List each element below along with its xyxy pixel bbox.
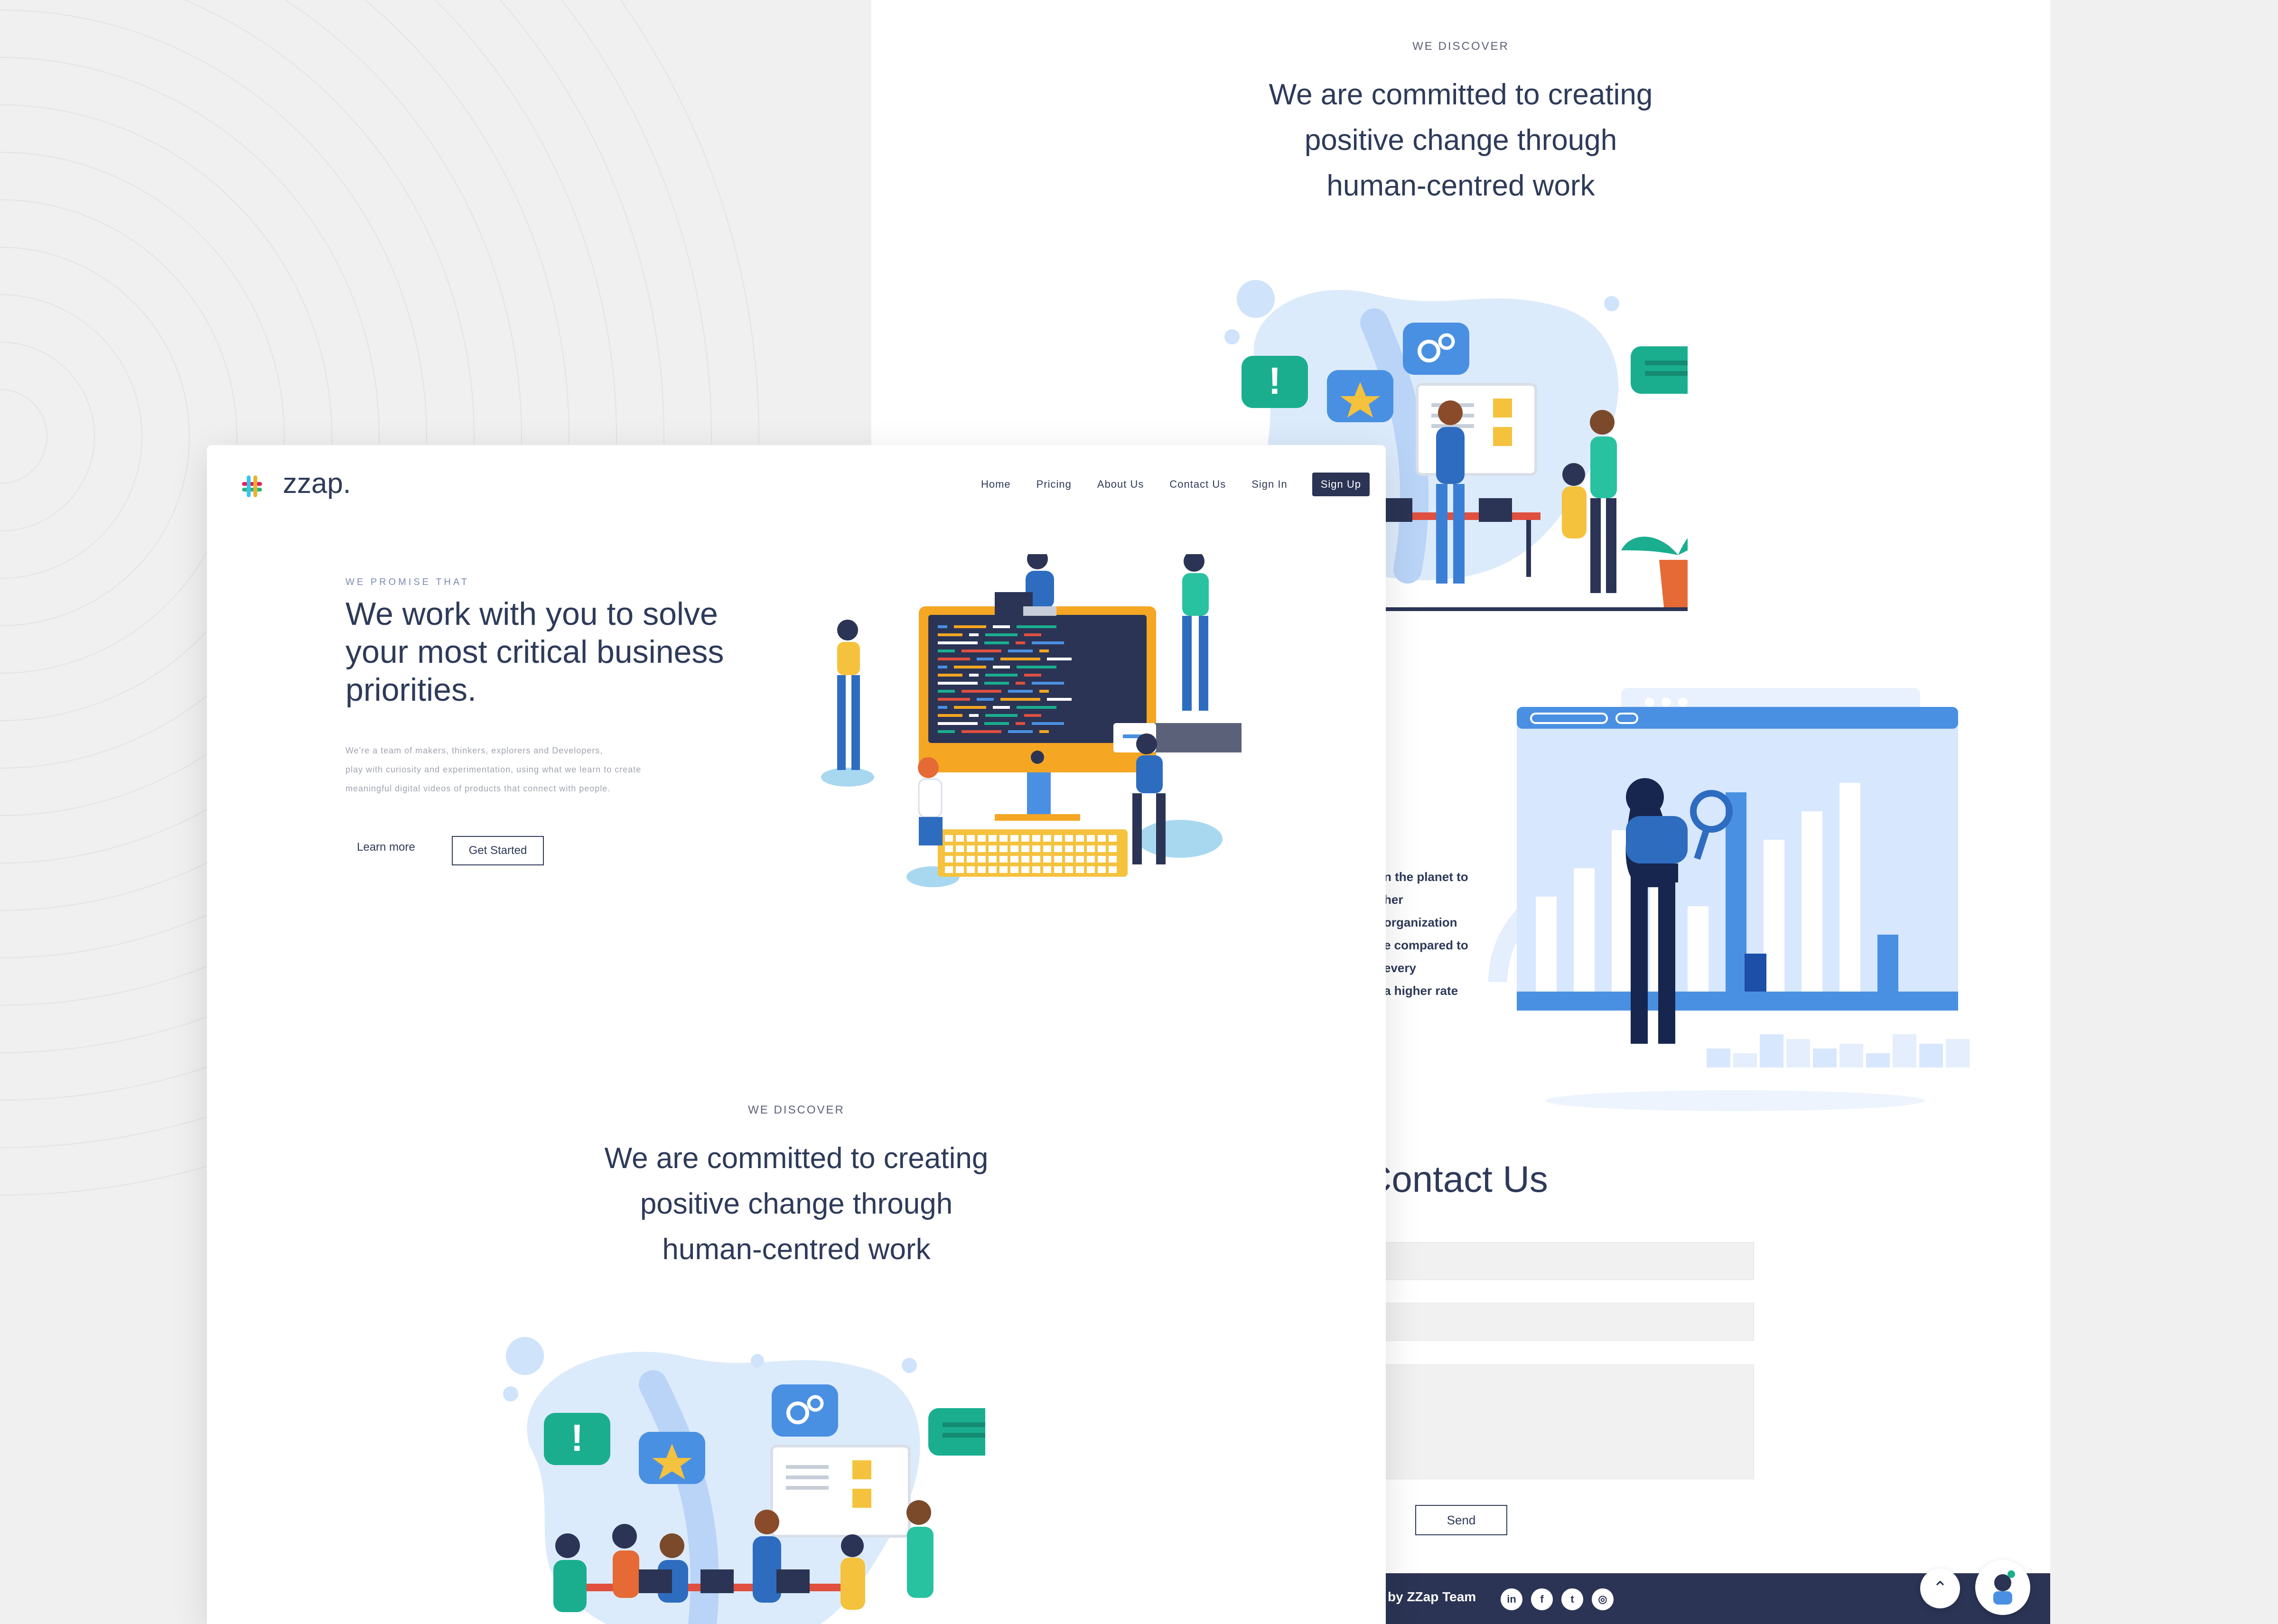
nav-sign-in[interactable]: Sign In (1251, 478, 1288, 491)
learn-more-link[interactable]: Learn more (357, 841, 415, 854)
nav-about-us[interactable]: About Us (1097, 478, 1144, 491)
discover-eyebrow: WE DISCOVER (1412, 40, 1509, 53)
hero-heading: We work with you to solve your most crit… (345, 596, 724, 708)
instagram-icon[interactable]: ◎ (1592, 1588, 1614, 1610)
nav-pricing[interactable]: Pricing (1036, 478, 1072, 491)
chat-support-avatar[interactable] (1975, 1560, 2030, 1615)
nav-contact-us[interactable]: Contact Us (1169, 478, 1226, 491)
logo-icon (242, 475, 262, 497)
svg-text:!: ! (1269, 360, 1281, 402)
sign-up-button[interactable]: Sign Up (1312, 473, 1370, 496)
facebook-icon[interactable]: f (1531, 1588, 1553, 1610)
contact-email-field[interactable] (1374, 1303, 1754, 1341)
hero-eyebrow: WE PROMISE THAT (345, 577, 469, 587)
top-navigation: Home Pricing About Us Contact Us Sign In… (955, 473, 1370, 496)
hero-description: We're a team of makers, thinkers, explor… (345, 746, 642, 793)
developer-team-illustration (821, 554, 1242, 887)
front-page-preview: zzap. Home Pricing About Us Contact Us S… (207, 445, 1386, 1624)
discover-heading-front: We are committed to creating positive ch… (604, 1142, 989, 1266)
linkedin-icon[interactable]: in (1501, 1588, 1522, 1610)
contact-title: Contact Us (1365, 1158, 1548, 1200)
discover-eyebrow-front: WE DISCOVER (748, 1104, 845, 1116)
twitter-icon[interactable]: t (1561, 1588, 1583, 1610)
footer-credit: by ZZap Team (1388, 1589, 1476, 1604)
support-agent-icon (1993, 1570, 2015, 1605)
discover-heading: We are committed to creating positive ch… (1269, 78, 1653, 202)
nav-home[interactable]: Home (981, 478, 1011, 491)
send-button[interactable]: Send (1415, 1505, 1507, 1535)
stats-partial-text: n the planet to her organization e compa… (1384, 870, 1468, 998)
contact-message-field[interactable] (1374, 1364, 1754, 1479)
get-started-button[interactable]: Get Started (452, 836, 544, 865)
team-meeting-illustration-front: ! (503, 1337, 985, 1624)
analytics-chart-illustration (1488, 688, 1970, 1111)
brand-name[interactable]: zzap. (283, 467, 351, 500)
scroll-to-top-button[interactable]: ⌃ (1920, 1568, 1960, 1608)
svg-text:!: ! (571, 1417, 584, 1459)
contact-name-field[interactable] (1374, 1242, 1754, 1280)
